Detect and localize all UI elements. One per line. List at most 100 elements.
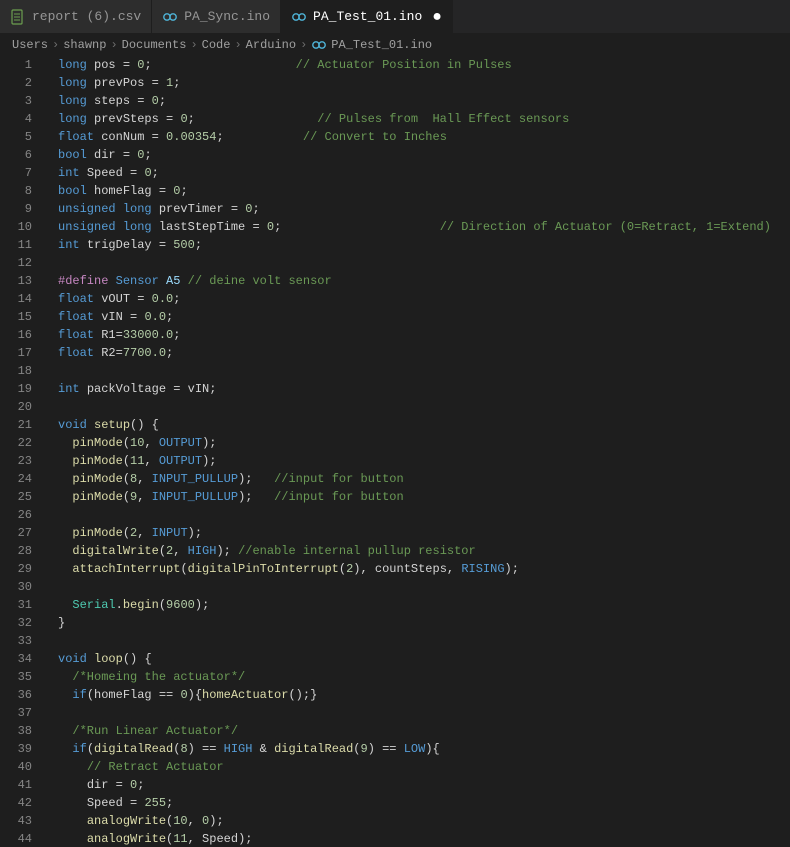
line-number: 12 (0, 254, 32, 272)
code-line[interactable] (58, 704, 790, 722)
code-line[interactable]: dir = 0; (58, 776, 790, 794)
code-line[interactable]: // Retract Actuator (58, 758, 790, 776)
breadcrumb-segment[interactable]: Users (12, 38, 48, 52)
line-number: 42 (0, 794, 32, 812)
chevron-right-icon: › (300, 38, 307, 52)
line-number: 30 (0, 578, 32, 596)
code-line[interactable]: unsigned long prevTimer = 0; (58, 200, 790, 218)
breadcrumb-segment[interactable]: Arduino (246, 38, 296, 52)
code-line[interactable] (58, 578, 790, 596)
code-line[interactable] (58, 398, 790, 416)
breadcrumb-segment[interactable]: shawnp (63, 38, 106, 52)
code-line[interactable] (58, 362, 790, 380)
code-editor[interactable]: 1234567891011121314151617181920212223242… (0, 56, 790, 847)
line-number: 9 (0, 200, 32, 218)
line-number: 23 (0, 452, 32, 470)
line-number: 7 (0, 164, 32, 182)
file-arduino-icon (311, 37, 327, 53)
line-number: 22 (0, 434, 32, 452)
code-content[interactable]: long pos = 0; // Actuator Position in Pu… (46, 56, 790, 847)
line-number: 32 (0, 614, 32, 632)
code-line[interactable]: pinMode(2, INPUT); (58, 524, 790, 542)
line-number: 43 (0, 812, 32, 830)
breadcrumb-label: shawnp (63, 38, 106, 52)
code-line[interactable]: long pos = 0; // Actuator Position in Pu… (58, 56, 790, 74)
line-number: 11 (0, 236, 32, 254)
line-number: 4 (0, 110, 32, 128)
breadcrumb-label: Users (12, 38, 48, 52)
line-number: 25 (0, 488, 32, 506)
line-number: 14 (0, 290, 32, 308)
code-line[interactable]: long steps = 0; (58, 92, 790, 110)
chevron-right-icon: › (190, 38, 197, 52)
breadcrumb-segment[interactable]: Code (202, 38, 231, 52)
line-number: 24 (0, 470, 32, 488)
line-number: 3 (0, 92, 32, 110)
code-line[interactable]: int trigDelay = 500; (58, 236, 790, 254)
line-number: 44 (0, 830, 32, 847)
breadcrumb-label: Code (202, 38, 231, 52)
breadcrumb-label: Arduino (246, 38, 296, 52)
code-line[interactable]: pinMode(9, INPUT_PULLUP); //input for bu… (58, 488, 790, 506)
line-number: 37 (0, 704, 32, 722)
code-line[interactable]: if(digitalRead(8) == HIGH & digitalRead(… (58, 740, 790, 758)
code-line[interactable]: Serial.begin(9600); (58, 596, 790, 614)
tab-pa-sync-ino[interactable]: PA_Sync.ino (152, 0, 281, 33)
tab-label: report (6).csv (32, 9, 141, 24)
code-line[interactable]: int packVoltage = vIN; (58, 380, 790, 398)
breadcrumb-label: Documents (122, 38, 187, 52)
code-line[interactable]: digitalWrite(2, HIGH); //enable internal… (58, 542, 790, 560)
tab-report-6-csv[interactable]: report (6).csv (0, 0, 152, 33)
code-line[interactable]: void loop() { (58, 650, 790, 668)
line-number: 17 (0, 344, 32, 362)
breadcrumb-segment[interactable]: PA_Test_01.ino (311, 37, 432, 53)
code-line[interactable]: unsigned long lastStepTime = 0; // Direc… (58, 218, 790, 236)
code-line[interactable]: bool homeFlag = 0; (58, 182, 790, 200)
line-number: 34 (0, 650, 32, 668)
code-line[interactable]: float vOUT = 0.0; (58, 290, 790, 308)
code-line[interactable]: long prevPos = 1; (58, 74, 790, 92)
line-number: 20 (0, 398, 32, 416)
line-number: 26 (0, 506, 32, 524)
breadcrumb-segment[interactable]: Documents (122, 38, 187, 52)
chevron-right-icon: › (52, 38, 59, 52)
line-number: 33 (0, 632, 32, 650)
code-line[interactable]: pinMode(8, INPUT_PULLUP); //input for bu… (58, 470, 790, 488)
code-line[interactable]: #define Sensor A5 // deine volt sensor (58, 272, 790, 290)
file-csv-icon (10, 9, 26, 25)
code-line[interactable]: pinMode(10, OUTPUT); (58, 434, 790, 452)
code-line[interactable]: attachInterrupt(digitalPinToInterrupt(2)… (58, 560, 790, 578)
line-number: 16 (0, 326, 32, 344)
tab-label: PA_Sync.ino (184, 9, 270, 24)
code-line[interactable]: if(homeFlag == 0){homeActuator();} (58, 686, 790, 704)
line-number: 29 (0, 560, 32, 578)
code-line[interactable] (58, 632, 790, 650)
code-line[interactable] (58, 506, 790, 524)
code-line[interactable]: Speed = 255; (58, 794, 790, 812)
tab-bar: report (6).csv PA_Sync.ino PA_Test_01.ino● (0, 0, 790, 34)
line-number-gutter: 1234567891011121314151617181920212223242… (0, 56, 46, 847)
tab-pa-test-01-ino[interactable]: PA_Test_01.ino● (281, 0, 453, 33)
code-line[interactable]: float vIN = 0.0; (58, 308, 790, 326)
code-line[interactable] (58, 254, 790, 272)
code-line[interactable]: float R1=33000.0; (58, 326, 790, 344)
code-line[interactable]: pinMode(11, OUTPUT); (58, 452, 790, 470)
code-line[interactable]: float R2=7700.0; (58, 344, 790, 362)
line-number: 35 (0, 668, 32, 686)
chevron-right-icon: › (110, 38, 117, 52)
line-number: 39 (0, 740, 32, 758)
code-line[interactable]: /*Homeing the actuator*/ (58, 668, 790, 686)
code-line[interactable]: /*Run Linear Actuator*/ (58, 722, 790, 740)
code-line[interactable]: int Speed = 0; (58, 164, 790, 182)
code-line[interactable]: } (58, 614, 790, 632)
code-line[interactable]: bool dir = 0; (58, 146, 790, 164)
code-line[interactable]: void setup() { (58, 416, 790, 434)
code-line[interactable]: analogWrite(10, 0); (58, 812, 790, 830)
code-line[interactable]: float conNum = 0.00354; // Convert to In… (58, 128, 790, 146)
line-number: 31 (0, 596, 32, 614)
line-number: 1 (0, 56, 32, 74)
line-number: 13 (0, 272, 32, 290)
code-line[interactable]: long prevSteps = 0; // Pulses from Hall … (58, 110, 790, 128)
code-line[interactable]: analogWrite(11, Speed); (58, 830, 790, 847)
breadcrumb-label: PA_Test_01.ino (331, 38, 432, 52)
